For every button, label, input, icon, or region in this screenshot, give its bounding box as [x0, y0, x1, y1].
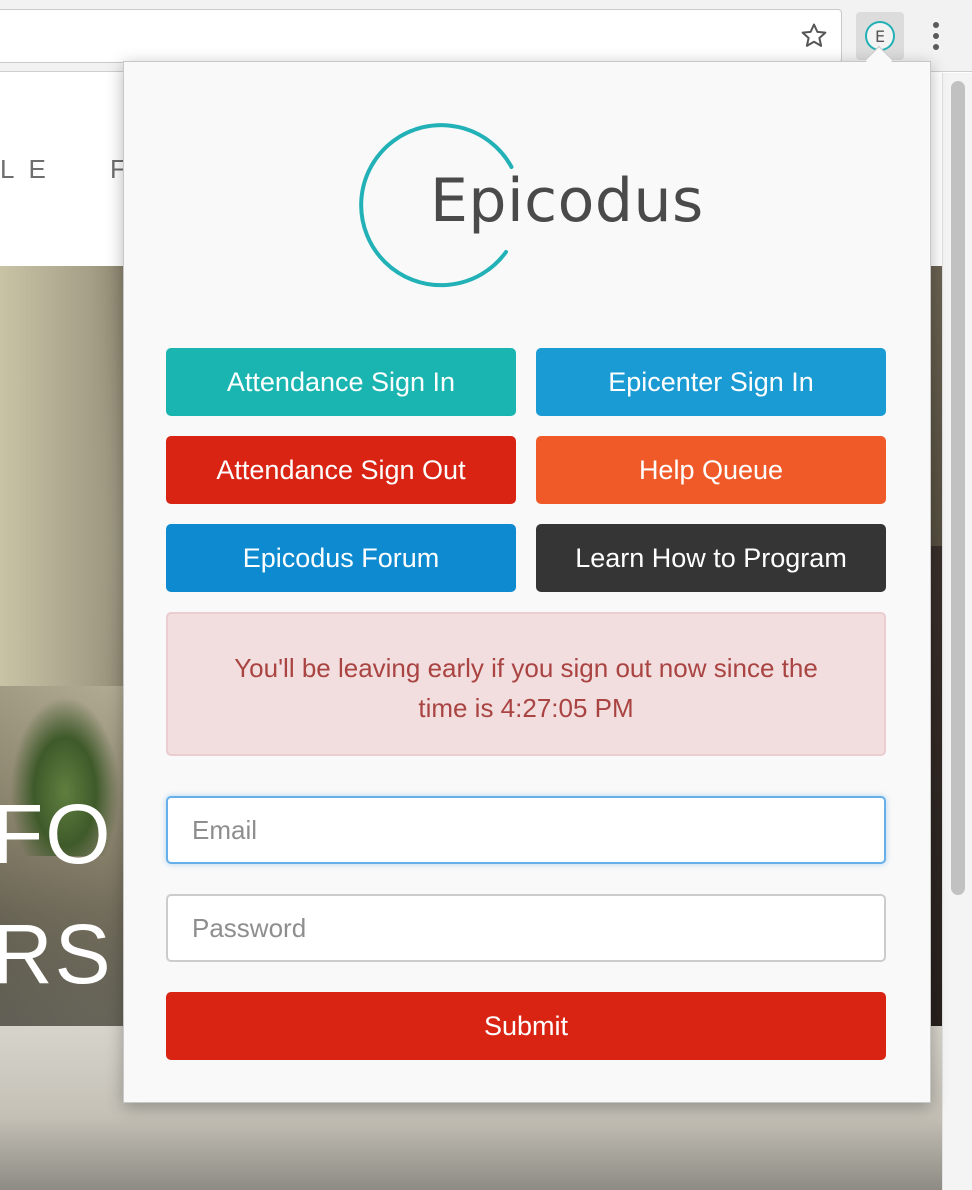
- email-input[interactable]: [166, 796, 886, 864]
- scrollbar-thumb[interactable]: [951, 81, 965, 895]
- browser-menu-icon[interactable]: [922, 18, 950, 54]
- hero-heading-line2: RS: [0, 907, 113, 1001]
- hero-heading-line1: FO: [0, 787, 113, 881]
- alert-message: You'll be leaving early if you sign out …: [234, 653, 818, 723]
- bookmark-star-icon[interactable]: [796, 18, 832, 54]
- help-queue-button[interactable]: Help Queue: [536, 436, 886, 504]
- attendance-sign-in-button[interactable]: Attendance Sign In: [166, 348, 516, 416]
- attendance-sign-out-button[interactable]: Attendance Sign Out: [166, 436, 516, 504]
- epicodus-extension-popup: Epicodus Attendance Sign In Epicenter Si…: [123, 61, 931, 1103]
- epicenter-sign-in-button[interactable]: Epicenter Sign In: [536, 348, 886, 416]
- page-scrollbar[interactable]: [942, 73, 972, 1190]
- site-nav-fragment[interactable]: LE: [0, 154, 60, 185]
- logo-wordmark: Epicodus: [430, 166, 704, 236]
- address-bar[interactable]: [0, 9, 842, 63]
- early-sign-out-alert: You'll be leaving early if you sign out …: [166, 612, 886, 756]
- learn-how-to-program-button[interactable]: Learn How to Program: [536, 524, 886, 592]
- epicodus-logo: Epicodus: [356, 122, 716, 292]
- epicodus-forum-button[interactable]: Epicodus Forum: [166, 524, 516, 592]
- password-input[interactable]: [166, 894, 886, 962]
- submit-button[interactable]: Submit: [166, 992, 886, 1060]
